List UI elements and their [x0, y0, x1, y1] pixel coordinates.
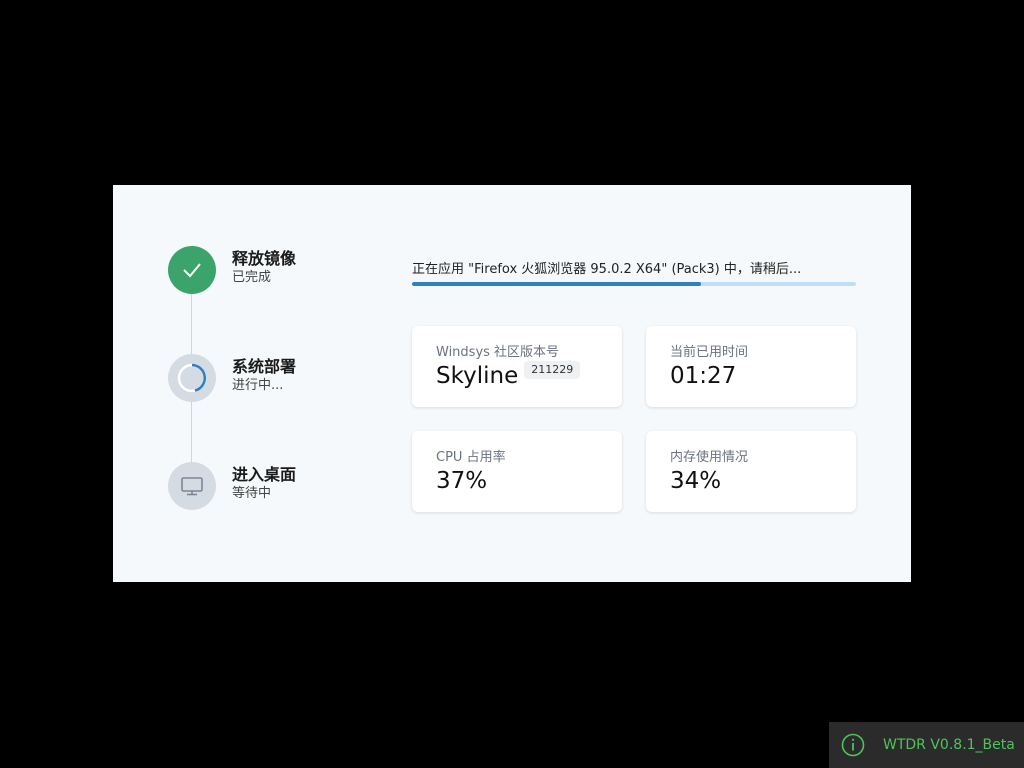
step-status: 已完成	[232, 270, 272, 285]
version-text: WTDR V0.8.1_Beta	[883, 737, 1015, 753]
version-tag: WTDR V0.8.1_Beta	[829, 722, 1024, 768]
step-text: 系统部署 进行中...	[232, 357, 296, 395]
step-title: 进入桌面	[232, 465, 297, 484]
step-wait-circle	[168, 462, 216, 510]
cpu-usage-card: CPU 占用率 37%	[412, 431, 622, 512]
card-label: 当前已用时间	[670, 345, 749, 360]
cpu-usage-value: 37%	[436, 468, 488, 494]
step-list: 释放镜像 已完成 系统部署 进行中... 进入桌面 等待中	[168, 246, 348, 510]
monitor-icon	[181, 477, 203, 496]
step-title: 系统部署	[232, 357, 297, 376]
card-label: CPU 占用率	[436, 450, 506, 465]
progress-bar	[412, 282, 856, 286]
check-icon	[183, 263, 201, 278]
progress-fill	[412, 282, 701, 286]
card-label: Windsys 社区版本号	[436, 345, 560, 360]
step-progress-circle	[168, 354, 216, 402]
memory-usage-card: 内存使用情况 34%	[646, 431, 856, 512]
progress-message: 正在应用 "Firefox 火狐浏览器 95.0.2 X64" (Pack3) …	[412, 262, 802, 277]
step-release-image: 释放镜像 已完成	[168, 246, 348, 294]
step-status: 等待中	[232, 486, 272, 501]
info-icon	[841, 733, 865, 757]
step-title: 释放镜像	[232, 249, 297, 268]
step-system-deploy: 系统部署 进行中...	[168, 354, 348, 402]
step-status: 进行中...	[232, 378, 284, 393]
memory-usage-value: 34%	[670, 468, 722, 494]
step-done-circle	[168, 246, 216, 294]
deployment-panel: 释放镜像 已完成 系统部署 进行中... 进入桌面 等待中 正在应用 "Fire…	[113, 185, 911, 582]
step-text: 进入桌面 等待中	[232, 465, 296, 503]
version-card: Windsys 社区版本号 Skyline 211229	[412, 326, 622, 407]
spinner-icon	[177, 363, 207, 393]
elapsed-time-value: 01:27	[670, 363, 737, 389]
card-value: Skyline 211229	[436, 361, 581, 389]
version-name: Skyline	[436, 363, 519, 389]
step-text: 释放镜像 已完成	[232, 249, 296, 287]
elapsed-time-card: 当前已用时间 01:27	[646, 326, 856, 407]
step-enter-desktop: 进入桌面 等待中	[168, 462, 348, 510]
card-label: 内存使用情况	[670, 450, 749, 465]
version-badge: 211229	[524, 361, 581, 379]
